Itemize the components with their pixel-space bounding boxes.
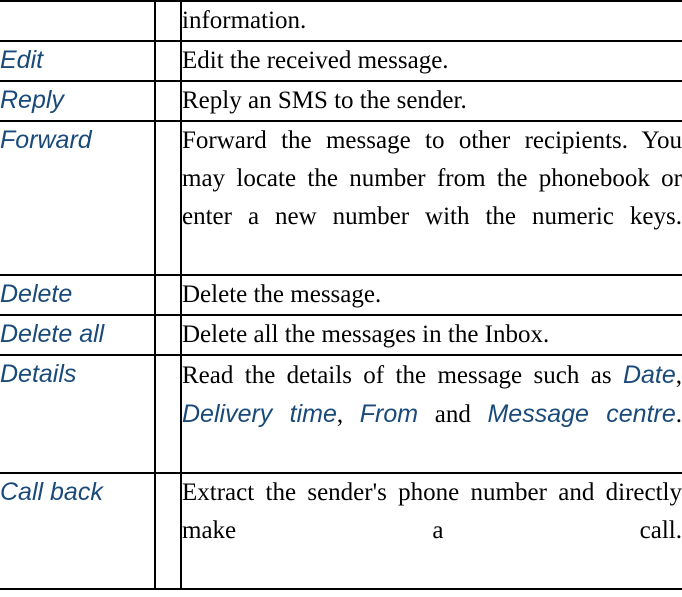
spacer-cell [155, 314, 182, 356]
option-description: information. [182, 7, 307, 34]
option-description-cell: Reply an SMS to the sender. [181, 80, 682, 122]
option-label: Details [0, 360, 77, 388]
option-label: Delete all [0, 320, 105, 348]
option-description-cell: Edit the received message. [181, 40, 682, 82]
option-label: Delete [0, 280, 73, 308]
detail-term: Delivery time [182, 400, 337, 428]
option-description: Delete all the messages in the Inbox. [182, 321, 550, 348]
option-description: Edit the received message. [182, 47, 449, 74]
option-label-cell: Call back [0, 472, 156, 590]
detail-term: Date [622, 361, 676, 389]
option-label: Reply [0, 86, 64, 114]
option-description-cell: Read the details of the message such as … [181, 354, 682, 474]
table-row: information. [0, 0, 682, 42]
option-label-cell: Delete all [0, 314, 156, 356]
detail-term: From [359, 400, 419, 428]
description-text-run: . [675, 401, 682, 428]
table-row: Forward Forward the message to other rec… [0, 120, 682, 276]
option-description: Extract the sender's phone number and di… [182, 479, 682, 544]
spacer-cell [155, 80, 182, 122]
option-description: Delete the message. [182, 281, 382, 308]
table-row: Delete all Delete all the messages in th… [0, 314, 682, 356]
detail-term: Message centre [487, 400, 676, 428]
spacer-cell [155, 274, 182, 316]
option-description-cell: Extract the sender's phone number and di… [181, 472, 682, 590]
option-label-cell: Reply [0, 80, 156, 122]
options-description-table: information. Edit Edit the received mess… [0, 0, 682, 590]
table-row: Edit Edit the received message. [0, 40, 682, 82]
option-label: Call back [0, 478, 103, 506]
option-description-cell: information. [181, 0, 682, 42]
option-description-cell: Delete the message. [181, 274, 682, 316]
option-label: Forward [0, 126, 92, 154]
table-row: Reply Reply an SMS to the sender. [0, 80, 682, 122]
spacer-cell [155, 0, 182, 42]
option-description: Forward the message to other recipients.… [182, 127, 682, 230]
spacer-cell [155, 40, 182, 82]
spacer-cell [155, 472, 182, 590]
description-text-run: , [336, 401, 360, 428]
description-text-run: and [418, 401, 488, 428]
spacer-cell [155, 354, 182, 474]
option-label-cell: Details [0, 354, 156, 474]
table-body: information. Edit Edit the received mess… [0, 0, 682, 590]
table-row: Details Read the details of the message … [0, 354, 682, 474]
option-description-cell: Delete all the messages in the Inbox. [181, 314, 682, 356]
spacer-cell [155, 120, 182, 276]
table-row: Delete Delete the message. [0, 274, 682, 316]
option-label-cell: Edit [0, 40, 156, 82]
option-label-cell: Forward [0, 120, 156, 276]
option-label-cell: Delete [0, 274, 156, 316]
description-text-run: Read the details of the message such as [182, 362, 623, 389]
description-text-run: , [675, 362, 682, 389]
option-label-cell [0, 0, 156, 42]
option-description-rich: Read the details of the message such as … [182, 356, 682, 472]
option-description-cell: Forward the message to other recipients.… [181, 120, 682, 276]
option-label: Edit [0, 46, 44, 74]
table-row: Call back Extract the sender's phone num… [0, 472, 682, 590]
option-description: Reply an SMS to the sender. [182, 87, 467, 114]
